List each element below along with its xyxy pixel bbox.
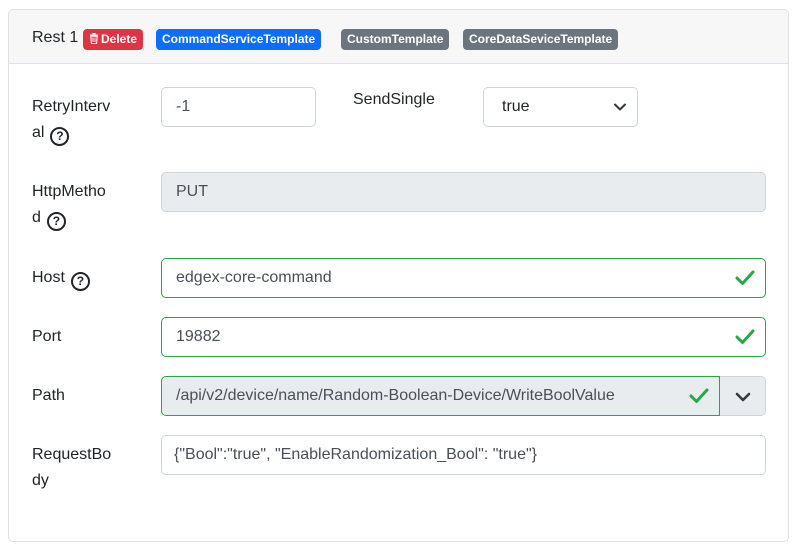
retry-interval-input[interactable]: -1 — [161, 87, 316, 127]
trash-icon — [90, 33, 98, 44]
path-input[interactable]: /api/v2/device/name/Random-Boolean-Devic… — [161, 376, 720, 416]
delete-button[interactable]: Delete — [83, 29, 144, 50]
chevron-down-icon — [614, 103, 626, 111]
retry-interval-label-line2: al — [32, 124, 45, 141]
card-title: Rest 1 — [32, 29, 79, 46]
port-input[interactable]: 19882 — [161, 317, 766, 357]
help-icon[interactable]: ? — [46, 212, 66, 231]
badge-custom-template[interactable]: CustomTemplate — [341, 29, 450, 50]
http-method-input: PUT — [161, 172, 766, 212]
host-label-text: Host — [32, 269, 65, 286]
request-body-label-line1: RequestBo — [32, 446, 112, 463]
path-dropdown-button[interactable] — [720, 376, 766, 416]
delete-label: Delete — [101, 32, 138, 46]
http-method-label-line2: d — [32, 209, 41, 226]
host-label: Host? — [32, 265, 90, 291]
send-single-value: true — [502, 98, 530, 115]
badge-command-service-template[interactable]: CommandServiceTemplate — [156, 29, 322, 50]
retry-interval-label: RetryInterv al? — [32, 94, 110, 146]
path-value: /api/v2/device/name/Random-Boolean-Devic… — [176, 387, 615, 404]
host-value: edgex-core-command — [176, 269, 332, 286]
card-header: Rest 1 Delete CommandServiceTemplate Cus… — [9, 10, 788, 64]
port-value: 19882 — [176, 328, 221, 345]
help-icon[interactable]: ? — [70, 272, 90, 291]
path-input-group: /api/v2/device/name/Random-Boolean-Devic… — [161, 376, 766, 416]
send-single-select[interactable]: true — [483, 87, 638, 127]
port-label: Port — [32, 328, 62, 345]
request-body-input[interactable]: {"Bool":"true", "EnableRandomization_Boo… — [161, 435, 766, 475]
request-body-label-line2: dy — [32, 472, 49, 489]
check-icon — [735, 270, 755, 285]
http-method-label: HttpMetho d? — [32, 179, 106, 231]
chevron-down-icon — [735, 392, 751, 402]
help-icon[interactable]: ? — [50, 127, 70, 146]
path-label: Path — [32, 387, 65, 404]
retry-interval-label-line1: RetryInterv — [32, 98, 111, 115]
check-icon — [735, 329, 755, 344]
check-icon — [689, 388, 709, 403]
http-method-label-line1: HttpMetho — [32, 183, 106, 200]
send-single-label: SendSingle — [353, 91, 435, 108]
request-body-label: RequestBo dy — [32, 442, 111, 494]
rest-config-card: Rest 1 Delete CommandServiceTemplate Cus… — [8, 9, 789, 542]
host-input[interactable]: edgex-core-command — [161, 258, 766, 298]
badge-core-data-service-template[interactable]: CoreDataSeviceTemplate — [463, 29, 619, 50]
